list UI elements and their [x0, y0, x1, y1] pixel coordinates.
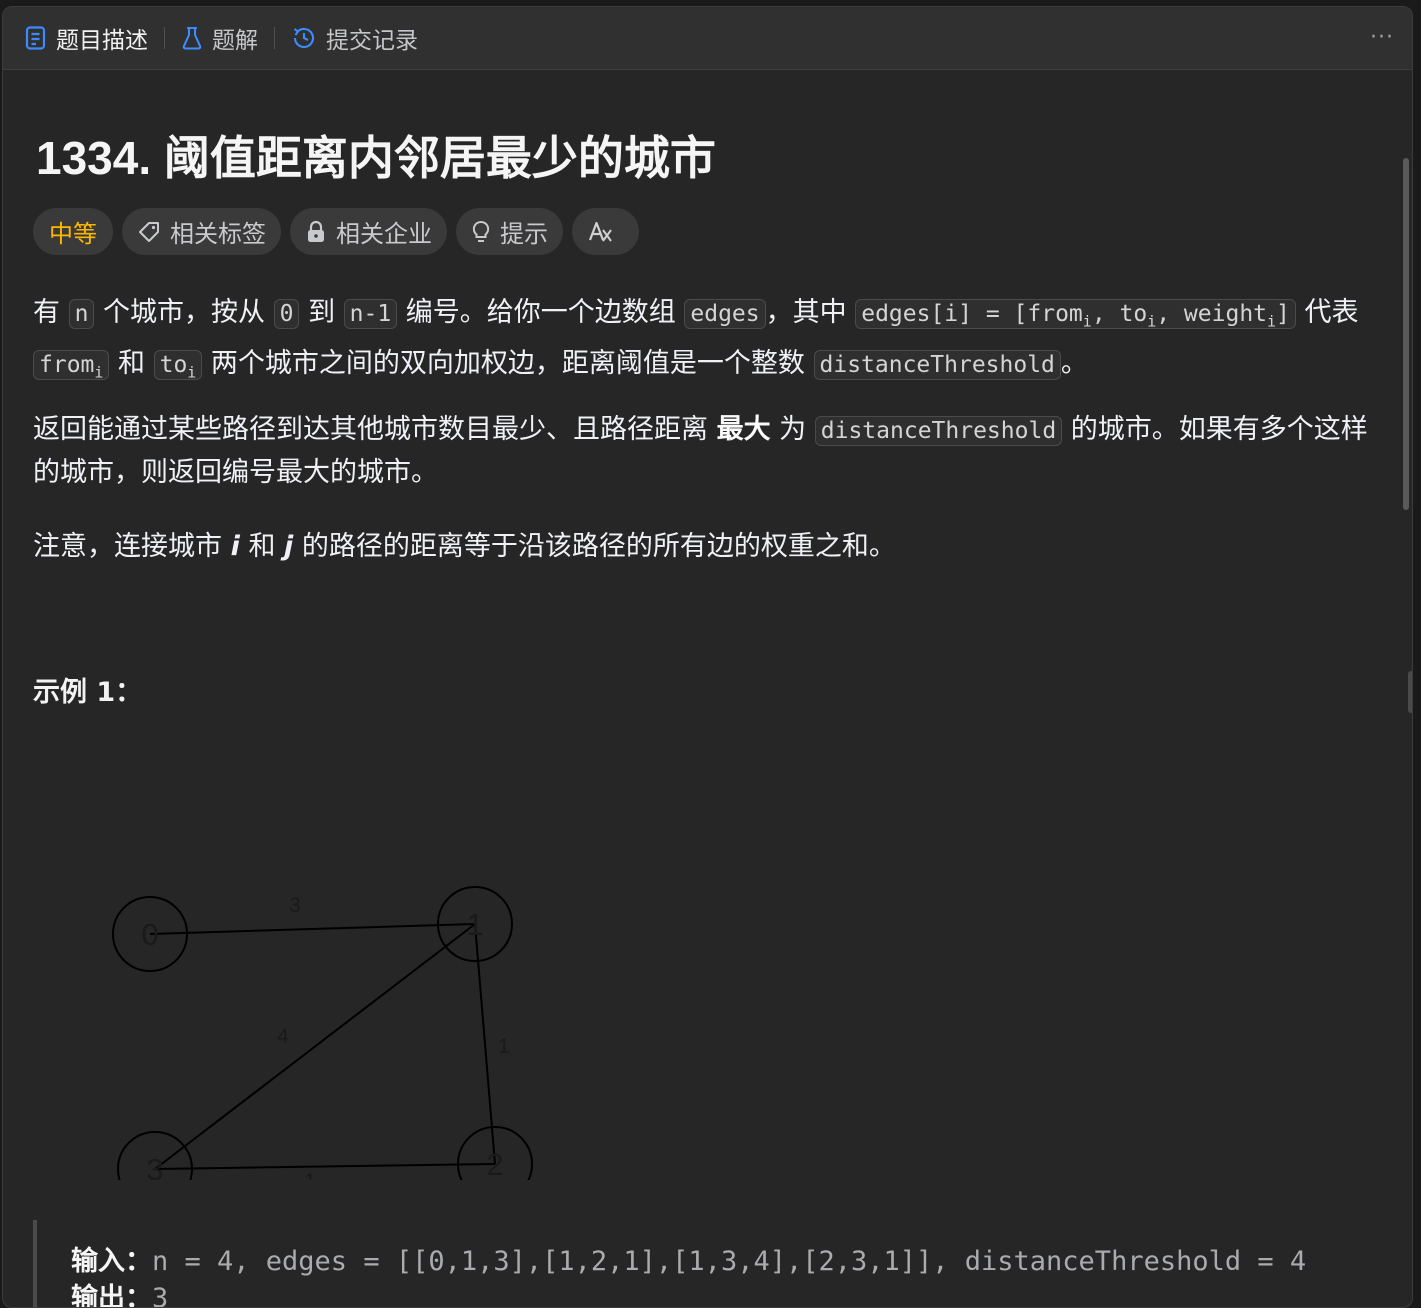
tab-solutions[interactable]: 题解 — [171, 18, 268, 58]
inline-code-edges-definition: edges[i] = [fromi, toi, weighti] — [855, 299, 1296, 331]
lightbulb-icon — [472, 220, 490, 242]
text: 返回能通过某些路径到达其他城市数目最少、且路径距离 — [33, 414, 717, 445]
example-io-block: 输入：n = 4, edges = [[0,1,3],[1,2,1],[1,3,… — [33, 1220, 1382, 1307]
text: ，其中 — [765, 297, 856, 328]
description-paragraph-3: 注意，连接城市 i 和 j 的路径的距离等于沿该路径的所有边的权重之和。 — [33, 526, 1378, 568]
output-label: 输出： — [71, 1283, 152, 1307]
subscript: i — [187, 363, 197, 382]
related-tags-label: 相关标签 — [170, 220, 266, 248]
description-paragraph-1: 有 n 个城市，按从 0 到 n-1 编号。给你一个边数组 edges ，其中 e… — [33, 292, 1378, 393]
text: 有 — [33, 297, 69, 328]
graph-node-label: 0 — [141, 917, 158, 952]
tab-bar: 题目描述 题解 提交记录 ··· — [3, 7, 1412, 70]
code-part: ] — [1276, 301, 1290, 327]
graph-node-label: 1 — [466, 907, 483, 942]
tab-divider — [164, 27, 165, 49]
hint-button[interactable]: 提示 — [456, 208, 563, 255]
problem-panel: 题目描述 题解 提交记录 ··· 1334. 阈值距离内邻居最少的城市 中等 相… — [2, 6, 1413, 1308]
history-icon — [293, 27, 314, 49]
subscript: i — [1147, 312, 1157, 331]
description-icon — [25, 26, 46, 50]
tab-description-label: 题目描述 — [56, 28, 148, 54]
flask-icon — [182, 26, 202, 50]
graph-edge-weight: 1 — [304, 1170, 316, 1180]
font-settings-button[interactable] — [572, 208, 639, 255]
panel-resize-handle[interactable] — [1408, 671, 1412, 713]
description-paragraph-2: 返回能通过某些路径到达其他城市数目最少、且路径距离 最大 为 distanceT… — [33, 409, 1378, 494]
related-companies-button[interactable]: 相关企业 — [290, 208, 447, 255]
output-value: 3 — [152, 1283, 169, 1307]
example-output: 输出：3 — [71, 1276, 168, 1307]
tab-solutions-label: 题解 — [212, 28, 258, 54]
related-companies-label: 相关企业 — [336, 220, 432, 248]
text: 个城市，按从 — [94, 297, 274, 328]
more-options-icon[interactable]: ··· — [1370, 25, 1394, 50]
variable: i — [230, 531, 240, 562]
input-value: n = 4, edges = [[0,1,3],[1,2,1],[1,3,4],… — [152, 1246, 1307, 1277]
hint-label: 提示 — [500, 220, 548, 248]
text: 和 — [239, 531, 285, 562]
vertical-scrollbar[interactable] — [1403, 158, 1409, 510]
inline-code: fromi — [33, 349, 110, 382]
problem-chips: 中等 相关标签 相关企业 提示 — [33, 208, 639, 255]
code-part: edges[i] = [from — [861, 301, 1083, 327]
inline-code: distanceThreshold — [813, 349, 1061, 380]
subscript: i — [94, 363, 104, 382]
input-label: 输入： — [71, 1246, 152, 1277]
text: 到 — [299, 297, 344, 328]
code-part: , to — [1091, 301, 1148, 327]
graph-edge-weight: 1 — [498, 1035, 510, 1058]
graph-edge-weight: 3 — [289, 894, 301, 917]
graph-node-label: 2 — [486, 1147, 503, 1180]
text: 和 — [109, 347, 154, 379]
code-part: , weight — [1156, 301, 1268, 327]
text: 编号。给你一个边数组 — [397, 297, 685, 328]
inline-code: n-1 — [343, 299, 398, 329]
inline-code: n — [68, 299, 95, 329]
subscript: i — [1082, 312, 1092, 331]
tag-icon — [139, 221, 159, 242]
text: 为 — [770, 414, 815, 445]
code-part: from — [39, 351, 95, 378]
example-graph-image: 3 4 1 1 0 1 2 3 — [33, 760, 593, 1180]
difficulty-badge: 中等 — [33, 208, 113, 255]
example-input: 输入：n = 4, edges = [[0,1,3],[1,2,1],[1,3,… — [71, 1239, 1306, 1278]
example-title: 示例 1： — [33, 677, 143, 708]
text: 。 — [1060, 347, 1088, 379]
subscript: i — [1267, 312, 1277, 331]
inline-code: distanceThreshold — [814, 416, 1063, 446]
lock-icon — [308, 220, 324, 242]
inline-code: toi — [153, 349, 203, 382]
text: 代表 — [1295, 297, 1359, 328]
tab-description[interactable]: 题目描述 — [3, 18, 158, 58]
variable: j — [284, 531, 294, 562]
code-part: to — [159, 351, 188, 378]
inline-code: 0 — [273, 299, 300, 329]
inline-code: edges — [684, 299, 766, 329]
related-tags-button[interactable]: 相关标签 — [122, 208, 281, 255]
tab-divider — [274, 27, 275, 49]
text: 两个城市之间的双向加权边，距离阈值是一个整数 — [202, 347, 814, 379]
tab-submissions[interactable]: 提交记录 — [281, 18, 428, 58]
problem-title: 1334. 阈值距离内邻居最少的城市 — [36, 132, 716, 184]
text-size-icon — [588, 221, 612, 242]
difficulty-label: 中等 — [49, 220, 97, 248]
text: 注意，连接城市 — [33, 531, 231, 562]
bold-text: 最大 — [716, 414, 771, 445]
text: 的路径的距离等于沿该路径的所有边的权重之和。 — [293, 531, 896, 562]
description-scroll-area[interactable]: 1334. 阈值距离内邻居最少的城市 中等 相关标签 相关企业 提示 有 n 个… — [3, 70, 1412, 1307]
graph-node-label: 3 — [146, 1152, 163, 1180]
tab-submissions-label: 提交记录 — [326, 28, 418, 54]
graph-edge-weight: 4 — [277, 1025, 289, 1048]
